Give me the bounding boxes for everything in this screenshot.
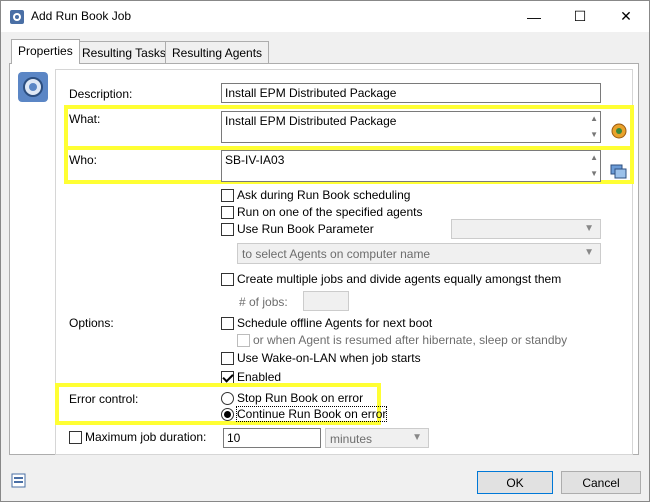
scroll-down-icon[interactable]: ▼ [590, 130, 598, 139]
checkbox-box[interactable] [221, 272, 234, 286]
close-button[interactable]: ✕ [603, 1, 649, 32]
description-label: Description: [69, 87, 133, 101]
duration-unit-value: minutes [330, 432, 373, 446]
radio-button-selected[interactable] [221, 407, 234, 421]
create-multiple-label: Create multiple jobs and divide agents e… [237, 272, 562, 286]
minimize-button[interactable]: — [511, 1, 557, 32]
chevron-down-icon: ▼ [412, 432, 422, 443]
chevron-down-icon: ▼ [584, 223, 594, 234]
run-on-one-agent-checkbox[interactable]: Run on one of the specified agents [221, 205, 422, 219]
ask-label: Ask during Run Book scheduling [237, 188, 411, 202]
radio-button[interactable] [221, 391, 234, 405]
ask-during-scheduling-checkbox[interactable]: Ask during Run Book scheduling [221, 188, 410, 202]
param-combo-value: to select Agents on computer name [242, 247, 431, 261]
schedule-offline-label: Schedule offline Agents for next boot [237, 316, 433, 330]
who-value: SB-IV-IA03 [225, 153, 285, 167]
ok-button[interactable]: OK [477, 471, 553, 494]
schedule-offline-checkbox[interactable]: Schedule offline Agents for next boot [221, 316, 432, 330]
who-label: Who: [69, 153, 98, 167]
create-multiple-jobs-checkbox[interactable]: Create multiple jobs and divide agents e… [221, 272, 561, 286]
continue-label: Continue Run Book on error [235, 406, 388, 422]
stop-on-error-radio[interactable]: Stop Run Book on error [221, 391, 363, 405]
checkbox-box[interactable] [221, 205, 234, 219]
tab-properties[interactable]: Properties [11, 39, 80, 64]
scroll-up-icon[interactable]: ▲ [590, 114, 598, 123]
cancel-button[interactable]: Cancel [561, 471, 641, 494]
max-duration-label: Maximum job duration: [85, 430, 207, 444]
chevron-down-icon: ▼ [584, 247, 594, 258]
checkbox-box[interactable] [237, 333, 250, 347]
tab-resulting-tasks[interactable]: Resulting Tasks [75, 41, 173, 63]
window-title: Add Run Book Job [31, 9, 132, 23]
checkbox-box[interactable] [221, 316, 234, 330]
continue-on-error-radio[interactable]: Continue Run Book on error [221, 406, 388, 422]
num-jobs-input[interactable] [303, 291, 349, 311]
task-wizard-icon[interactable] [610, 122, 628, 140]
gear-icon [18, 72, 48, 102]
checkbox-box[interactable] [221, 222, 234, 236]
duration-unit-select[interactable]: minutes ▼ [325, 428, 429, 448]
what-value: Install EPM Distributed Package [225, 114, 397, 128]
dialog-window: Add Run Book Job — ☐ ✕ Properties Result… [0, 0, 650, 502]
enabled-label: Enabled [237, 370, 282, 384]
scroll-up-icon[interactable]: ▲ [590, 153, 598, 162]
parameter-select[interactable]: ▼ [451, 219, 601, 239]
scroll-down-icon[interactable]: ▼ [590, 169, 598, 178]
runbook-app-icon [10, 10, 24, 24]
checkbox-box[interactable] [221, 188, 234, 202]
parameter-mode-select[interactable]: to select Agents on computer name ▼ [237, 243, 601, 264]
who-field[interactable]: SB-IV-IA03 ▲ ▼ [221, 150, 601, 182]
enabled-checkbox[interactable]: Enabled [221, 370, 281, 384]
use-runbook-parameter-checkbox[interactable]: Use Run Book Parameter [221, 222, 374, 236]
use-param-label: Use Run Book Parameter [237, 222, 374, 236]
tab-resulting-agents[interactable]: Resulting Agents [165, 41, 270, 63]
duration-input[interactable]: 10 [223, 428, 321, 448]
checkbox-box-checked[interactable] [221, 370, 234, 384]
checkbox-box[interactable] [69, 430, 82, 444]
wake-on-lan-checkbox[interactable]: Use Wake-on-LAN when job starts [221, 351, 421, 365]
select-agents-icon[interactable] [609, 163, 627, 181]
title-bar: Add Run Book Job — ☐ ✕ [1, 1, 649, 32]
maximize-button[interactable]: ☐ [557, 1, 603, 32]
resumed-label: or when Agent is resumed after hibernate… [253, 333, 568, 347]
what-label: What: [69, 112, 101, 126]
what-field[interactable]: Install EPM Distributed Package ▲ ▼ [221, 111, 601, 143]
description-input[interactable]: Install EPM Distributed Package [221, 83, 601, 103]
error-control-label: Error control: [69, 392, 139, 406]
wake-on-lan-label: Use Wake-on-LAN when job starts [237, 351, 421, 365]
checkbox-box[interactable] [221, 351, 234, 365]
info-icon[interactable] [11, 473, 27, 489]
num-jobs-label: # of jobs: [239, 295, 288, 309]
stop-label: Stop Run Book on error [237, 391, 364, 405]
run-one-label: Run on one of the specified agents [237, 205, 423, 219]
options-label: Options: [69, 316, 114, 330]
max-duration-checkbox[interactable]: Maximum job duration: [69, 430, 206, 444]
resumed-checkbox[interactable]: or when Agent is resumed after hibernate… [237, 333, 567, 347]
